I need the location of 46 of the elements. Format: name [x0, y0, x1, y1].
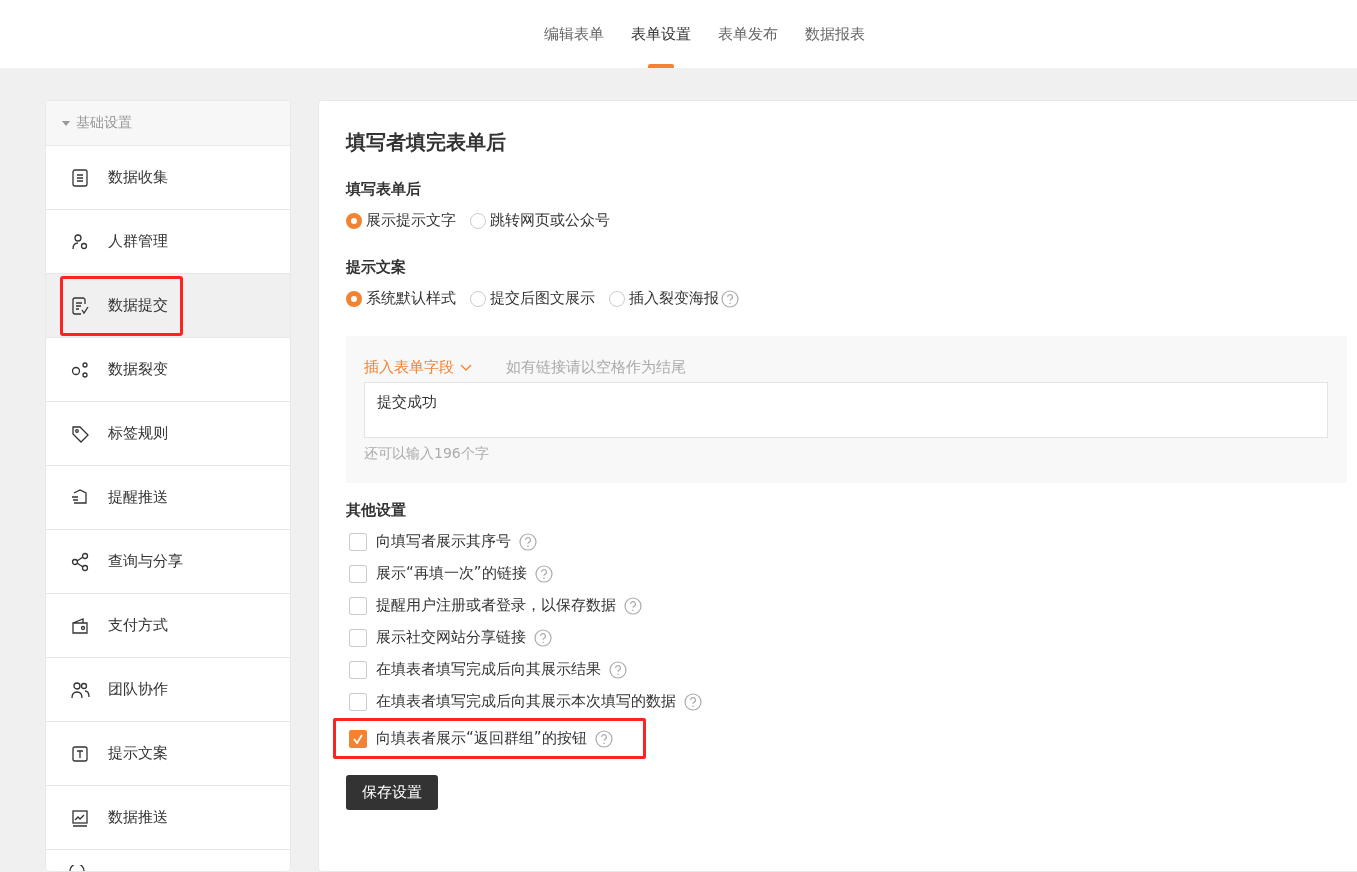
radio-option[interactable]: 提交后图文展示 [470, 289, 595, 308]
nav-tab[interactable]: 表单设置 [631, 0, 691, 68]
sidebar-item-label: 提醒推送 [108, 488, 168, 507]
sidebar-item[interactable]: 提示文案 [46, 722, 290, 786]
nav-tab[interactable]: 编辑表单 [544, 0, 604, 68]
sidebar-item[interactable]: 查询与分享 [46, 530, 290, 594]
sidebar-item[interactable]: 提醒推送 [46, 466, 290, 530]
sidebar-item-label: 数据推送 [108, 808, 168, 827]
sidebar-item[interactable]: 团队协作 [46, 658, 290, 722]
radio-option[interactable]: 跳转网页或公众号 [470, 211, 610, 230]
sidebar-item-label: 数据提交 [108, 296, 168, 315]
checkbox-option[interactable]: 展示“再填一次”的链接 [349, 564, 527, 583]
checkbox-option[interactable]: 在填表者填写完成后向其展示结果 [349, 660, 601, 679]
panel-title: 填写者填完表单后 [346, 129, 507, 156]
sidebar-item[interactable]: 标签规则 [46, 402, 290, 466]
message-input-field[interactable]: 提交成功 [364, 382, 1328, 438]
sidebar-item-label: 团队协作 [108, 680, 168, 699]
checkbox-option[interactable]: 向填写者展示其序号 [349, 532, 511, 551]
sidebar-item-label: 支付方式 [108, 616, 168, 635]
radio-option[interactable]: 系统默认样式 [346, 289, 456, 308]
radio-option[interactable]: 展示提示文字 [346, 211, 456, 230]
character-counter: 还可以输入196个字 [364, 445, 490, 463]
checkbox-option[interactable]: 展示社交网站分享链接 [349, 628, 526, 647]
sidebar-item[interactable]: 数据收集 [46, 146, 290, 210]
section-label: 提示文案 [346, 258, 407, 277]
sidebar-item-label: 数据收集 [108, 168, 168, 187]
section-label: 其他设置 [346, 501, 407, 520]
sidebar-item-label: 标签规则 [108, 424, 168, 443]
checkbox-option[interactable]: 向填表者展示“返回群组”的按钮 [349, 729, 587, 748]
radio-option[interactable]: 插入裂变海报 [609, 289, 719, 308]
sidebar-item[interactable]: 支付方式 [46, 594, 290, 658]
checkbox-option[interactable]: 在填表者填写完成后向其展示本次填写的数据 [349, 692, 676, 711]
sidebar-item[interactable]: 数据推送 [46, 786, 290, 850]
sidebar-item-label: 人群管理 [108, 232, 168, 251]
nav-tab[interactable]: 数据报表 [805, 0, 865, 68]
nav-tab[interactable]: 表单发布 [718, 0, 778, 68]
sidebar-item-label: 查询与分享 [108, 552, 183, 571]
section-label: 填写表单后 [346, 180, 422, 199]
sidebar-item-label: 数据裂变 [108, 360, 168, 379]
save-button[interactable]: 保存设置 [346, 775, 438, 810]
sidebar-item[interactable]: 数据裂变 [46, 338, 290, 402]
sidebar-item[interactable]: 数据提交 [46, 274, 290, 338]
editor-hint: 如有链接请以空格作为结尾 [506, 358, 686, 377]
group-label: 基础设置 [76, 114, 132, 132]
checkbox-option[interactable]: 提醒用户注册或者登录，以保存数据 [349, 596, 616, 615]
sidebar-item-label: 提示文案 [108, 744, 168, 763]
